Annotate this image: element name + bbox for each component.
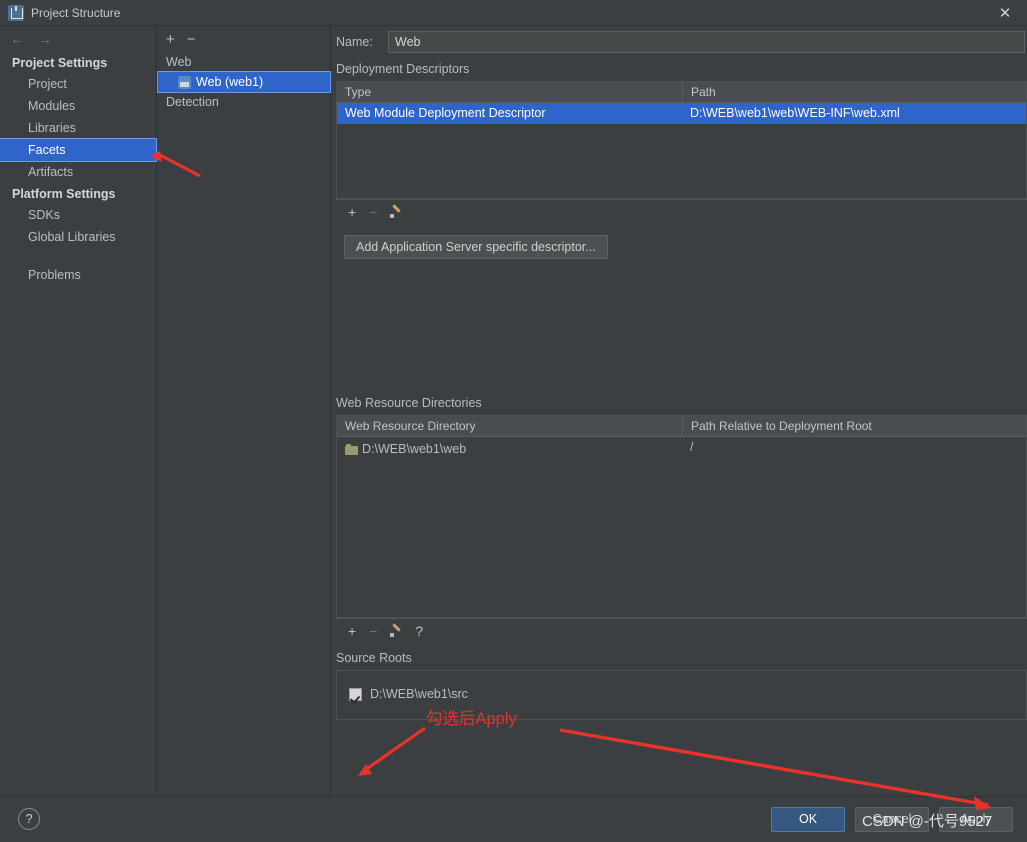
- tree-row[interactable]: Web (web1): [157, 71, 331, 93]
- cell-path-relative: /: [690, 440, 694, 454]
- minus-icon[interactable]: −: [187, 32, 196, 47]
- tree-row-label: Detection: [166, 95, 219, 109]
- column-header-web-resource-directory[interactable]: Web Resource Directory: [337, 416, 682, 436]
- arrow-right-icon[interactable]: →: [38, 31, 52, 47]
- project-structure-dialog: Project Structure ✕ ← → Project Settings…: [0, 0, 1027, 842]
- tree-row[interactable]: Web: [158, 52, 330, 72]
- add-application-server-descriptor-button[interactable]: Add Application Server specific descript…: [344, 235, 608, 259]
- web-resource-directories-toolbar: + − ?: [336, 618, 1027, 642]
- web-resource-directories-label: Web Resource Directories: [336, 396, 482, 410]
- plus-icon[interactable]: +: [348, 204, 356, 220]
- sidebar-item-libraries[interactable]: Libraries: [0, 117, 156, 139]
- minus-icon[interactable]: −: [369, 204, 377, 220]
- pencil-icon[interactable]: [390, 625, 402, 637]
- facets-tree-panel: + − Web Web (web1) Detection: [157, 26, 331, 795]
- plus-icon[interactable]: +: [348, 623, 356, 639]
- sidebar-item-project[interactable]: Project: [0, 73, 156, 95]
- name-label: Name:: [336, 35, 373, 49]
- column-header-type[interactable]: Type: [337, 82, 682, 102]
- pencil-icon[interactable]: [390, 206, 402, 218]
- table-empty-area: [337, 458, 1026, 617]
- watermark: CSDN @-代号9527: [862, 813, 993, 830]
- cell-web-resource-directory: D:\WEB\web1\web: [337, 437, 682, 458]
- list-item[interactable]: D:\WEB\web1\src: [337, 683, 1026, 701]
- cell-type: Web Module Deployment Descriptor: [345, 106, 546, 120]
- ok-button[interactable]: OK: [771, 807, 845, 832]
- plus-icon[interactable]: +: [166, 32, 175, 47]
- window-title-bar: Project Structure ✕: [0, 0, 1027, 26]
- sidebar-item-global-libraries[interactable]: Global Libraries: [0, 226, 156, 248]
- nav-history-controls: ← →: [0, 26, 156, 52]
- table-row[interactable]: D:\WEB\web1\web /: [337, 437, 1026, 458]
- window-title: Project Structure: [31, 5, 121, 20]
- facets-tree-toolbar: + −: [158, 26, 330, 52]
- nav-group-title-project-settings: Project Settings: [12, 56, 108, 70]
- web-resource-directories-table: Web Resource Directory Path Relative to …: [336, 415, 1027, 618]
- cell-path: D:\WEB\web1\web\WEB-INF\web.xml: [690, 106, 900, 120]
- cell-web-resource-directory-text: D:\WEB\web1\web: [362, 442, 467, 456]
- column-header-path-relative[interactable]: Path Relative to Deployment Root: [682, 416, 1026, 436]
- sidebar-item-problems[interactable]: Problems: [0, 264, 156, 286]
- tree-row-label: Web: [166, 55, 192, 69]
- minus-icon[interactable]: −: [369, 623, 377, 639]
- source-root-label: D:\WEB\web1\src: [370, 687, 468, 701]
- arrow-left-icon[interactable]: ←: [10, 31, 24, 47]
- deployment-descriptors-label: Deployment Descriptors: [336, 62, 470, 76]
- deployment-descriptors-toolbar: + −: [336, 199, 1027, 223]
- settings-navigation-panel: ← → Project Settings Project Modules Lib…: [0, 26, 157, 795]
- tree-row[interactable]: Detection: [158, 92, 330, 112]
- add-descriptor-row: Add Application Server specific descript…: [332, 223, 1027, 259]
- deployment-descriptors-table: Type Path Web Module Deployment Descript…: [336, 81, 1027, 199]
- sidebar-item-artifacts[interactable]: Artifacts: [0, 161, 156, 183]
- idea-app-icon: [8, 4, 24, 21]
- close-icon[interactable]: ✕: [983, 0, 1027, 25]
- tree-row-label: Web (web1): [196, 75, 264, 89]
- sidebar-item-facets[interactable]: Facets: [0, 138, 157, 162]
- nav-group-title-platform-settings: Platform Settings: [12, 187, 116, 201]
- table-empty-area: [337, 124, 1026, 198]
- question-mark-icon[interactable]: ?: [18, 808, 40, 830]
- source-root-checkbox[interactable]: [349, 687, 362, 701]
- sidebar-item-sdks[interactable]: SDKs: [0, 204, 156, 226]
- facet-settings-content: Name: Web Deployment Descriptors Type Pa…: [332, 26, 1027, 795]
- table-row[interactable]: Web Module Deployment Descriptor D:\WEB\…: [337, 103, 1026, 124]
- annotation-note: 勾选后Apply: [426, 710, 517, 728]
- name-input[interactable]: Web: [388, 31, 1025, 53]
- table-header: Web Resource Directory Path Relative to …: [337, 416, 1026, 437]
- web-facet-icon: [178, 75, 191, 89]
- help-icon[interactable]: ?: [415, 623, 423, 639]
- source-roots-label: Source Roots: [336, 651, 412, 665]
- folder-icon: [345, 443, 358, 455]
- sidebar-item-modules[interactable]: Modules: [0, 95, 156, 117]
- table-header: Type Path: [337, 82, 1026, 103]
- column-header-path[interactable]: Path: [682, 82, 1026, 102]
- name-row: Name: Web: [332, 26, 1027, 58]
